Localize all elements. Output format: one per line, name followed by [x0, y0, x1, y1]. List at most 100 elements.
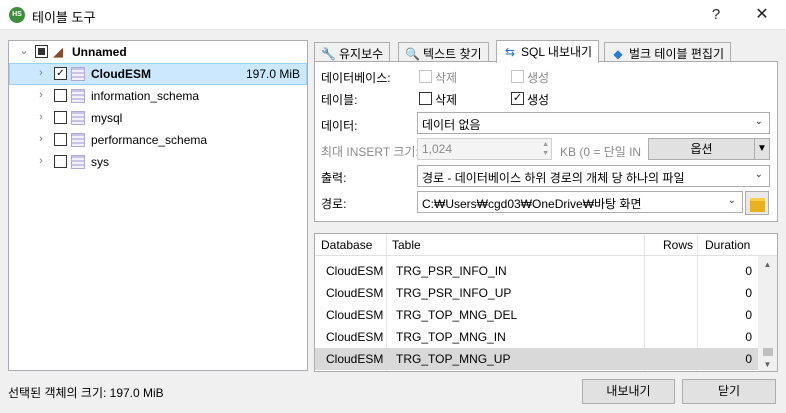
information-schema-checkbox[interactable]	[54, 89, 67, 102]
cell-table: TRG_PSR_INFO_IN	[396, 264, 507, 278]
cell-duration: 0	[745, 330, 752, 344]
data-select-value: 데이터 없음	[422, 118, 481, 132]
tab-strip: 🔧 유지보수 🔍 텍스트 찾기 ⇆ SQL 내보내기 ◆ 벌크 테이블 편집기	[314, 40, 778, 63]
database-icon	[71, 133, 85, 147]
table-create-checkbox[interactable]: ✓	[511, 92, 524, 105]
cloudesm-checkbox[interactable]: ✓	[54, 67, 67, 80]
table-row[interactable]: CloudESM TRG_PSR_INFO_IN 0	[315, 260, 758, 282]
tab-label: SQL 내보내기	[521, 45, 593, 59]
root-label: Unnamed	[72, 45, 127, 59]
vertical-scrollbar[interactable]: ▲ ▼	[758, 256, 777, 371]
output-select-value: 경로 - 데이터베이스 하위 경로의 개체 당 하나의 파일	[422, 171, 685, 185]
scroll-up-icon[interactable]: ▲	[758, 260, 777, 269]
column-header-database[interactable]: Database	[321, 238, 372, 252]
database-icon	[71, 111, 85, 125]
cell-duration: 0	[745, 264, 752, 278]
database-tree[interactable]: ⌄ ◢ Unnamed › ✓ CloudESM 197.0 MiB › inf…	[8, 40, 308, 371]
cell-duration: 0	[745, 352, 752, 366]
options-button[interactable]: 옵션	[648, 138, 755, 160]
table-row[interactable]: CloudESM TRG_PSR_INFO_UP 0	[315, 282, 758, 304]
scroll-down-icon[interactable]: ▼	[758, 360, 777, 369]
tree-item-label: CloudESM	[91, 67, 151, 81]
column-header-rows[interactable]: Rows	[663, 238, 693, 252]
table-label: 테이블:	[321, 93, 358, 107]
export-results-grid[interactable]: Database Table Rows Duration CloudESM TR…	[314, 233, 778, 372]
close-window-button[interactable]: ✕	[748, 4, 776, 26]
tree-item-information-schema[interactable]: › information_schema	[9, 85, 307, 107]
export-button[interactable]: 내보내기	[582, 379, 675, 404]
tree-item-cloudesm[interactable]: › ✓ CloudESM 197.0 MiB	[9, 63, 307, 85]
browse-folder-button[interactable]	[745, 191, 769, 215]
cell-duration: 0	[745, 308, 752, 322]
database-icon	[71, 67, 85, 81]
table-row[interactable]: CloudESM TRG_TOP_MNG_UP 0	[315, 348, 758, 370]
cell-database: CloudESM	[326, 308, 384, 322]
root-checkbox[interactable]	[35, 45, 48, 58]
mysql-checkbox[interactable]	[54, 111, 67, 124]
cell-database: CloudESM	[326, 352, 384, 366]
tree-item-performance-schema[interactable]: › performance_schema	[9, 129, 307, 151]
tab-label: 유지보수	[339, 47, 384, 61]
column-header-table[interactable]: Table	[392, 238, 421, 252]
tree-item-label: performance_schema	[91, 133, 208, 147]
app-logo-icon: HS	[9, 7, 25, 23]
database-icon	[71, 89, 85, 103]
data-label: 데이터:	[321, 119, 358, 133]
chevron-right-icon[interactable]: ›	[36, 88, 46, 102]
tab-maintenance[interactable]: 🔧 유지보수	[314, 42, 391, 62]
path-select-value: C:₩Users₩cgd03₩OneDrive₩바탕 화면	[422, 197, 642, 211]
cell-database: CloudESM	[326, 330, 384, 344]
path-label: 경로:	[321, 197, 347, 211]
output-select[interactable]: 경로 - 데이터베이스 하위 경로의 개체 당 하나의 파일 ⌄	[417, 165, 770, 187]
cell-table: TRG_PSR_INFO_UP	[396, 286, 512, 300]
wrench-icon: 🔧	[321, 47, 336, 61]
sys-checkbox[interactable]	[54, 155, 67, 168]
tree-item-sys[interactable]: › sys	[9, 151, 307, 173]
database-create-label: 생성	[527, 71, 550, 85]
output-label: 출력:	[321, 171, 347, 185]
help-button[interactable]: ?	[702, 4, 730, 26]
path-select[interactable]: C:₩Users₩cgd03₩OneDrive₩바탕 화면 ⌄	[417, 191, 743, 213]
tab-label: 텍스트 찾기	[423, 47, 482, 61]
close-button[interactable]: 닫기	[682, 379, 776, 404]
chevron-down-icon: ⌄	[754, 169, 763, 180]
table-row[interactable]: CloudESM TRG_TOP_MNG_IN 0	[315, 326, 758, 348]
title-bar: HS 테이블 도구 ? ✕	[0, 0, 786, 30]
tree-item-label: mysql	[91, 111, 123, 125]
selection-size-status: 선택된 객체의 크기: 197.0 MiB	[8, 386, 164, 400]
chevron-down-icon: ⌄	[727, 195, 736, 206]
chevron-right-icon[interactable]: ›	[36, 66, 46, 80]
tab-sql-export[interactable]: ⇆ SQL 내보내기	[496, 40, 600, 63]
data-select[interactable]: 데이터 없음 ⌄	[417, 112, 770, 134]
table-drop-label: 삭제	[435, 93, 458, 107]
database-drop-checkbox[interactable]	[419, 70, 432, 83]
chevron-down-icon[interactable]: ⌄	[19, 44, 29, 58]
performance-schema-checkbox[interactable]	[54, 133, 67, 146]
column-header-duration[interactable]: Duration	[705, 238, 750, 252]
export-arrows-icon: ⇆	[504, 45, 516, 59]
chevron-right-icon[interactable]: ›	[36, 154, 46, 168]
scroll-thumb[interactable]	[763, 348, 773, 356]
table-row[interactable]: CloudESM TRG_TOP_MNG_DEL 0	[315, 304, 758, 326]
server-dolphin-icon: ◢	[53, 44, 63, 59]
tab-find-text[interactable]: 🔍 텍스트 찾기	[398, 42, 489, 62]
max-insert-spinner[interactable]: 1,024 ▲ ▼	[417, 138, 552, 160]
table-drop-checkbox[interactable]	[419, 92, 432, 105]
options-dropdown-arrow[interactable]: ▼	[754, 138, 770, 160]
tree-item-label: information_schema	[91, 89, 200, 103]
cell-database: CloudESM	[326, 286, 384, 300]
tree-item-mysql[interactable]: › mysql	[9, 107, 307, 129]
tab-bulk-table-editor[interactable]: ◆ 벌크 테이블 편집기	[604, 42, 731, 62]
chevron-right-icon[interactable]: ›	[36, 110, 46, 124]
spinner-arrows-icon[interactable]: ▲ ▼	[542, 140, 549, 158]
max-insert-label: 최대 INSERT 크기:	[321, 145, 419, 159]
database-drop-label: 삭제	[435, 71, 458, 85]
kb-note: KB (0 = 단일 IN	[560, 145, 642, 159]
sql-export-panel: 데이터베이스: 삭제 생성 테이블: 삭제 ✓ 생성 데이터: 데이터 없음 ⌄…	[314, 61, 778, 222]
table-create-label: 생성	[527, 93, 550, 107]
database-create-checkbox[interactable]	[511, 70, 524, 83]
chevron-right-icon[interactable]: ›	[36, 132, 46, 146]
tree-item-label: sys	[91, 155, 109, 169]
tree-root-row[interactable]: ⌄ ◢ Unnamed	[9, 41, 307, 63]
chevron-down-icon: ⌄	[754, 116, 763, 127]
